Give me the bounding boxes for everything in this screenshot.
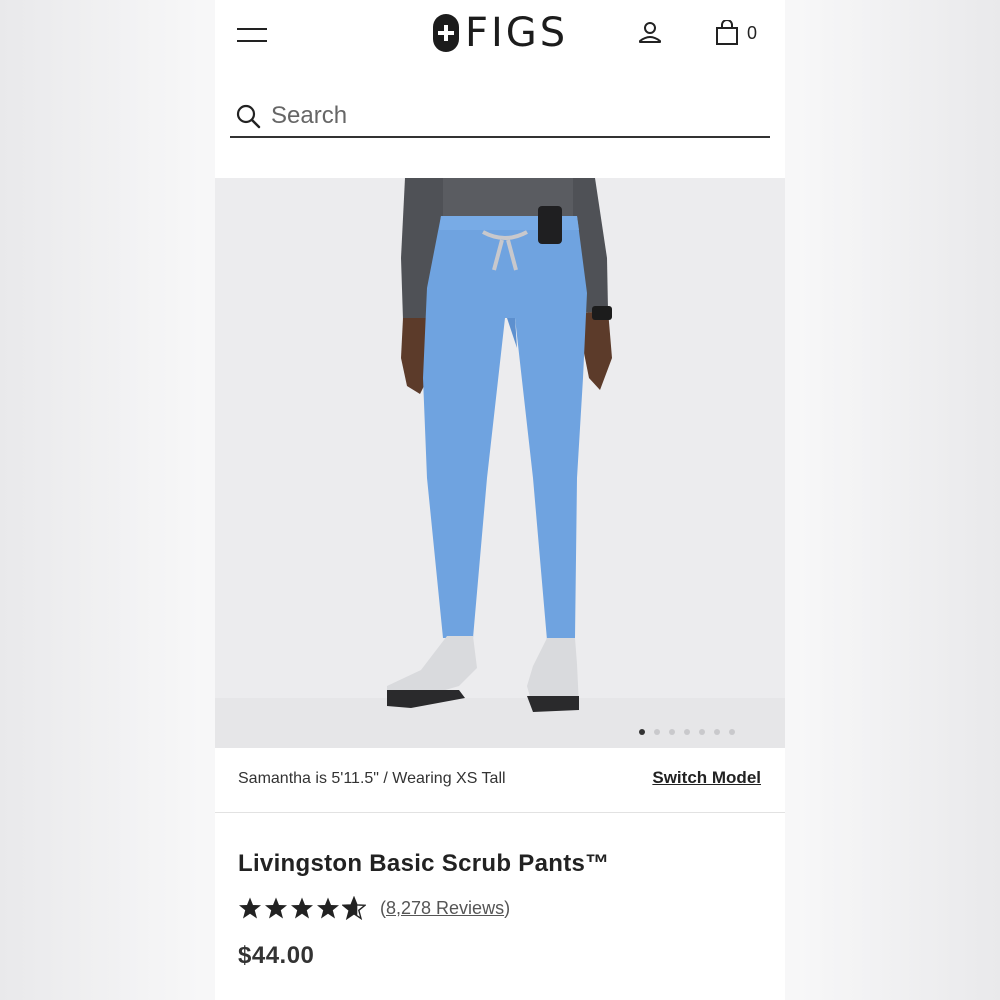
star-full-icon [239, 897, 261, 919]
shopping-bag-icon [716, 20, 738, 45]
account-button[interactable] [637, 20, 663, 46]
carousel-dot[interactable] [669, 729, 675, 735]
product-price: $44.00 [238, 942, 315, 969]
model-info-bar: Samantha is 5'11.5" / Wearing XS Tall Sw… [215, 748, 785, 813]
carousel-dot[interactable] [714, 729, 720, 735]
search-input[interactable] [271, 102, 751, 130]
carousel-dots [639, 729, 735, 735]
search-icon [236, 104, 261, 129]
logo-text: FIGS [465, 10, 569, 56]
star-full-icon [317, 897, 339, 919]
reviews-count: 8,278 Reviews [386, 897, 505, 918]
mobile-page: FIGS 0 Search Samantha is 5'11.5" / Wear… [215, 0, 785, 1000]
reviews-link[interactable]: (8,278 Reviews) [380, 898, 510, 919]
carousel-dot[interactable] [729, 729, 735, 735]
star-half-icon [342, 896, 366, 920]
product-rating: (8,278 Reviews) [238, 896, 510, 920]
search-bar[interactable] [230, 96, 770, 138]
product-photo [215, 178, 785, 748]
carousel-dot[interactable] [684, 729, 690, 735]
menu-line-icon [237, 28, 267, 30]
star-full-icon [265, 897, 287, 919]
carousel-dot[interactable] [699, 729, 705, 735]
switch-model-link[interactable]: Switch Model [652, 768, 761, 788]
site-header: FIGS 0 [215, 0, 785, 70]
star-full-icon [291, 897, 313, 919]
star-rating [238, 896, 366, 920]
figs-logo[interactable]: FIGS [433, 12, 568, 54]
hamburger-menu-button[interactable] [237, 22, 269, 44]
product-title: Livingston Basic Scrub Pants™ [238, 850, 610, 877]
reviews-paren-close: ) [504, 897, 511, 918]
figs-cross-logo-icon [433, 14, 459, 52]
bag-item-count: 0 [747, 22, 758, 43]
shopping-bag-button[interactable]: 0 [715, 19, 771, 47]
user-icon [639, 22, 661, 43]
model-size-info: Samantha is 5'11.5" / Wearing XS Tall [238, 770, 506, 787]
menu-line-icon [237, 40, 267, 42]
carousel-dot[interactable] [654, 729, 660, 735]
carousel-dot[interactable] [639, 729, 645, 735]
product-image-gallery[interactable] [215, 178, 785, 748]
